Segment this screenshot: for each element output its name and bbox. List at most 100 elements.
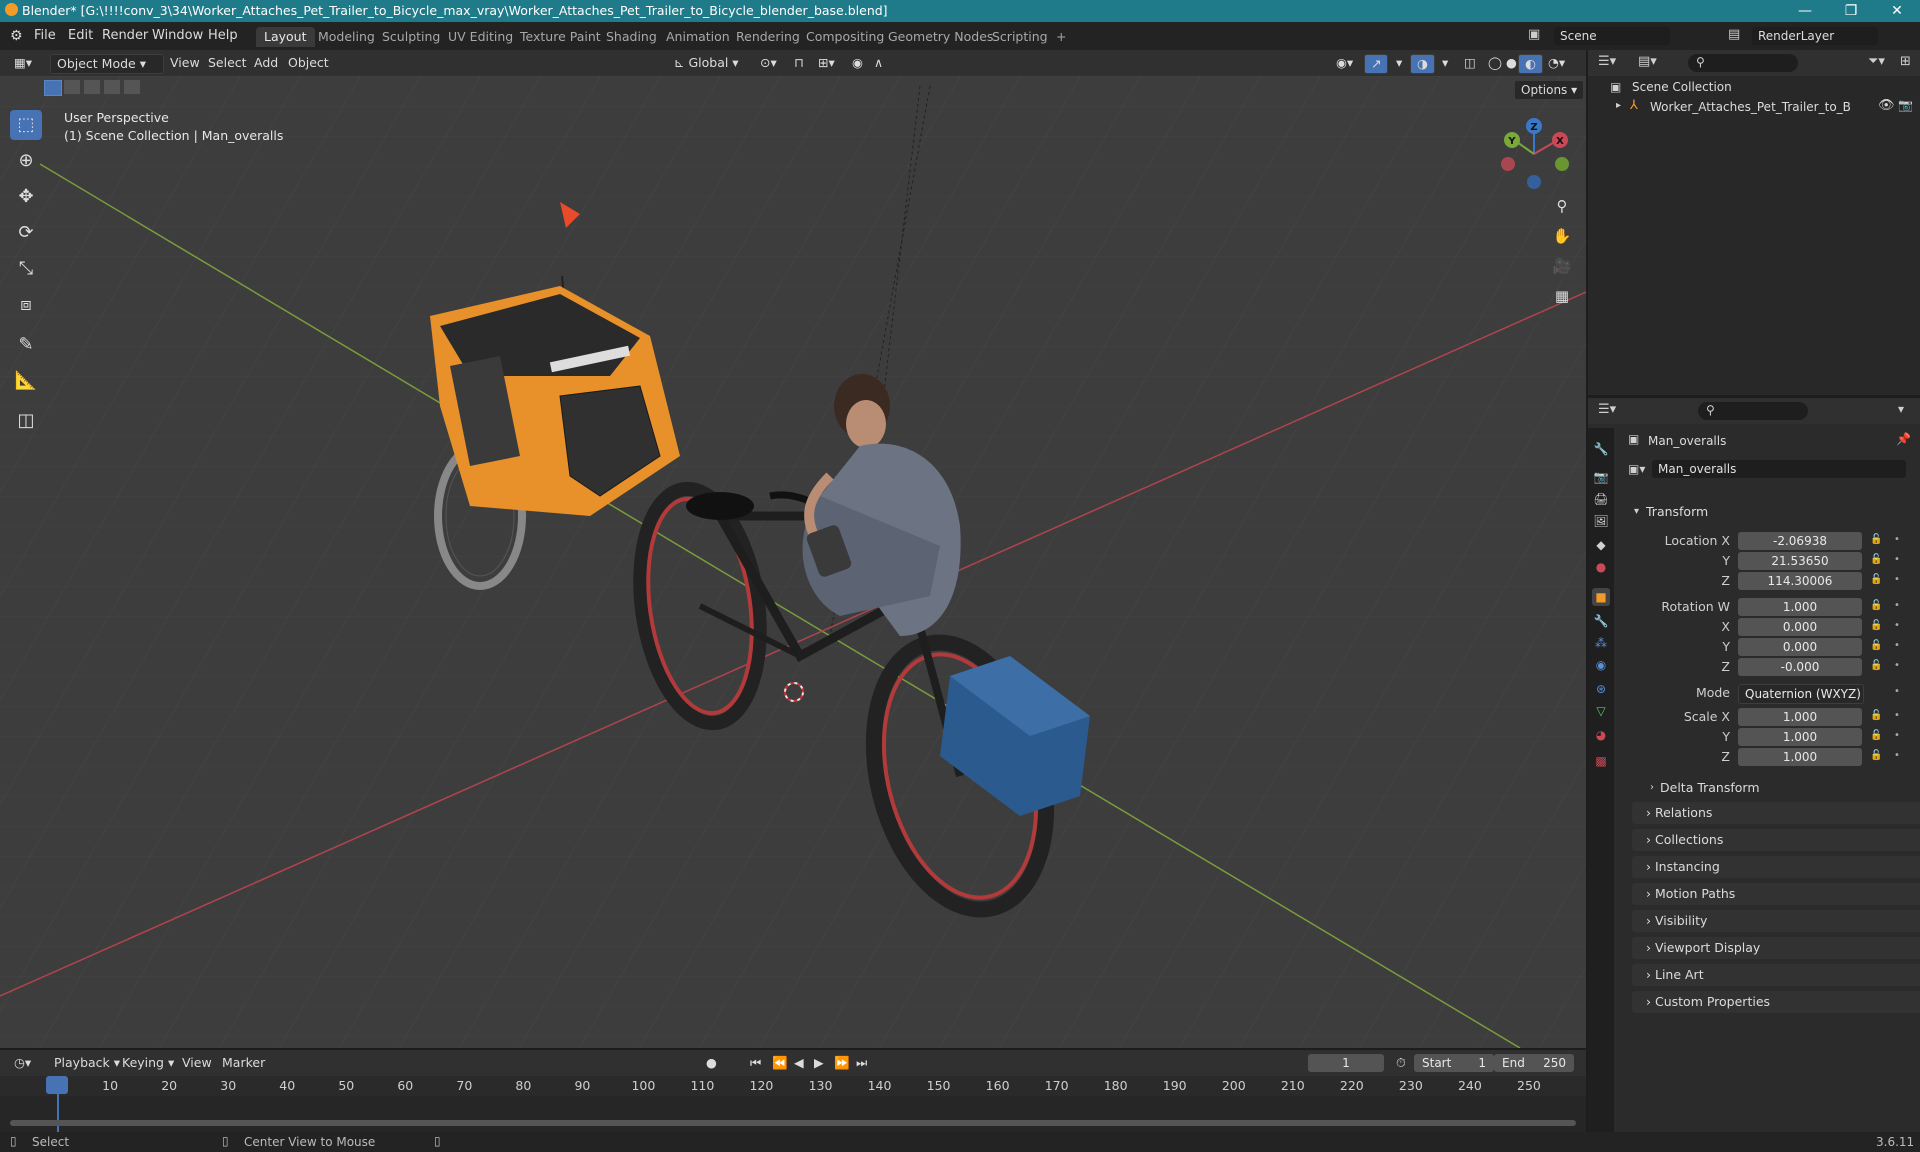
lock-icon[interactable]: 🔓 [1870, 534, 1882, 545]
menu-playback[interactable]: Playback ▾ [48, 1054, 126, 1072]
cursor-tool[interactable]: ⊕ [10, 146, 42, 176]
lock-icon[interactable]: 🔓 [1870, 710, 1882, 721]
lock-icon[interactable]: 🔓 [1870, 620, 1882, 631]
location-y-field[interactable]: 21.53650 [1738, 552, 1862, 570]
options-dropdown[interactable]: Options ▾ [1514, 80, 1585, 100]
particles-tab-icon[interactable]: ⁂ [1592, 634, 1610, 652]
outliner-item[interactable]: Worker_Attaches_Pet_Trailer_to_Bicycle [1650, 100, 1850, 114]
overlay-dropdown-icon[interactable]: ▾ [1436, 54, 1454, 72]
visibility-icon[interactable]: ◉▾ [1330, 54, 1359, 72]
lock-icon[interactable]: 🔓 [1870, 600, 1882, 611]
properties-editor-icon[interactable]: ☰▾ [1598, 402, 1616, 417]
object-data-icon[interactable]: ▣▾ [1628, 462, 1645, 476]
transform-tool[interactable]: ⧈ [10, 290, 42, 320]
rotation-z-field[interactable]: -0.000 [1738, 658, 1862, 676]
menu-timeline-view[interactable]: View [176, 1054, 218, 1072]
display-mode-icon[interactable]: ▤▾ [1638, 54, 1657, 69]
menu-view[interactable]: View [164, 54, 206, 72]
menu-marker[interactable]: Marker [216, 1054, 271, 1072]
lock-icon[interactable]: 🔓 [1870, 574, 1882, 585]
xray-icon[interactable]: ◫ [1458, 54, 1482, 72]
location-z-field[interactable]: 114.30006 [1738, 572, 1862, 590]
expand-arrow-icon[interactable]: ▸ [1616, 100, 1621, 111]
tab-texture-paint[interactable]: Texture Paint [512, 27, 609, 47]
play-reverse-button[interactable]: ◀ [788, 1054, 810, 1072]
overlay-icon[interactable]: ◑ [1410, 54, 1435, 74]
editor-type-icon[interactable]: ▦▾ [8, 54, 38, 72]
zoom-icon[interactable]: ⚲ [1548, 192, 1576, 220]
tab-compositing[interactable]: Compositing [798, 27, 892, 47]
transform-panel-header[interactable]: Transform [1646, 504, 1708, 519]
timeline-area[interactable]: 1102030405060708090100110120130140150160… [0, 1076, 1586, 1132]
keyframe-dot-icon[interactable]: • [1894, 574, 1900, 585]
end-frame-field[interactable]: End 250 [1494, 1054, 1574, 1072]
rendered-shading-icon[interactable]: ◔▾ [1542, 54, 1571, 72]
output-tab-icon[interactable]: 🖨 [1592, 490, 1610, 508]
keyframe-dot-icon[interactable]: • [1894, 600, 1900, 611]
view-layer-tab-icon[interactable]: 🖼 [1592, 512, 1610, 530]
scene-selector[interactable]: Scene [1554, 27, 1670, 45]
scale-tool[interactable]: ⤡ [10, 254, 42, 284]
data-tab-icon[interactable]: ▽ [1592, 702, 1610, 720]
play-button[interactable]: ▶ [808, 1054, 830, 1072]
annotate-tool[interactable]: ✎ [10, 330, 42, 360]
outliner-editor-icon[interactable]: ☰▾ [1598, 54, 1616, 69]
physics-tab-icon[interactable]: ◉ [1592, 656, 1610, 674]
filter-icon[interactable]: ⏷▾ [1868, 54, 1885, 69]
viewport-display-panel[interactable]: › Viewport Display [1632, 937, 1920, 959]
keyframe-dot-icon[interactable]: • [1894, 554, 1900, 565]
texture-tab-icon[interactable]: ▩ [1592, 752, 1610, 770]
perspective-toggle-icon[interactable]: ▦ [1548, 282, 1576, 310]
scale-z-field[interactable]: 1.000 [1738, 748, 1862, 766]
camera-render-icon[interactable]: 📷 [1898, 98, 1913, 112]
move-tool[interactable]: ✥ [10, 182, 42, 212]
keyframe-dot-icon[interactable]: • [1894, 620, 1900, 631]
jump-end-button[interactable]: ⏭ [850, 1054, 873, 1072]
line-art-panel[interactable]: › Line Art [1632, 964, 1920, 986]
3d-viewport[interactable]: User Perspective (1) Scene Collection | … [0, 76, 1586, 1048]
tab-animation[interactable]: Animation [658, 27, 738, 47]
rotation-mode-dropdown[interactable]: Quaternion (WXYZ) ▾ [1738, 684, 1864, 719]
pan-hand-icon[interactable]: ✋ [1548, 222, 1576, 250]
outliner-search-input[interactable]: ⚲ [1688, 54, 1798, 72]
menu-select[interactable]: Select [202, 54, 253, 72]
record-button[interactable]: ● [700, 1054, 723, 1072]
maximize-button[interactable]: ❐ [1828, 0, 1874, 22]
transform-orientation-dropdown[interactable]: ⊾ Global ▾ [668, 54, 745, 72]
scale-y-field[interactable]: 1.000 [1738, 728, 1862, 746]
object-name-field[interactable]: Man_overalls [1652, 460, 1906, 478]
stopwatch-icon[interactable]: ⏱ [1390, 1054, 1412, 1072]
tab-shading[interactable]: Shading [598, 27, 665, 47]
collections-panel[interactable]: › Collections [1632, 829, 1920, 851]
menu-window[interactable]: Window [152, 28, 203, 43]
menu-edit[interactable]: Edit [68, 28, 93, 43]
jump-start-button[interactable]: ⏮ [744, 1054, 767, 1072]
add-cube-tool[interactable]: ◫ [10, 406, 42, 436]
menu-object[interactable]: Object [282, 54, 335, 72]
gizmo-icon[interactable]: ↗ [1364, 54, 1389, 74]
snap-target-icon[interactable]: ⊞▾ [812, 54, 841, 72]
tab-modeling[interactable]: Modeling [310, 27, 383, 47]
add-workspace-button[interactable]: + [1048, 27, 1074, 47]
constraints-tab-icon[interactable]: ⊛ [1592, 680, 1610, 698]
modifier-tab-icon[interactable]: 🔧 [1592, 612, 1610, 630]
close-button[interactable]: ✕ [1874, 0, 1920, 22]
keyframe-dot-icon[interactable]: • [1894, 686, 1900, 697]
keyframe-dot-icon[interactable]: • [1894, 534, 1900, 545]
timeline-scrollbar[interactable] [10, 1120, 1576, 1126]
start-frame-field[interactable]: Start 1 [1414, 1054, 1494, 1072]
properties-search-input[interactable]: ⚲ [1698, 402, 1808, 420]
rotation-y-field[interactable]: 0.000 [1738, 638, 1862, 656]
measure-tool[interactable]: 📐 [10, 366, 42, 396]
gizmo-dropdown-icon[interactable]: ▾ [1390, 54, 1408, 72]
camera-view-icon[interactable]: 🎥 [1548, 252, 1576, 280]
lock-icon[interactable]: 🔓 [1870, 750, 1882, 761]
menu-add[interactable]: Add [248, 54, 284, 72]
navigation-gizmo[interactable]: Z X Y [1494, 114, 1574, 194]
rotate-tool[interactable]: ⟳ [10, 218, 42, 248]
lock-icon[interactable]: 🔓 [1870, 660, 1882, 671]
render-tab-icon[interactable]: 📷 [1592, 468, 1610, 486]
tab-uv-editing[interactable]: UV Editing [440, 27, 521, 47]
properties-options-icon[interactable]: ▾ [1898, 402, 1904, 416]
menu-help[interactable]: Help [208, 28, 238, 43]
